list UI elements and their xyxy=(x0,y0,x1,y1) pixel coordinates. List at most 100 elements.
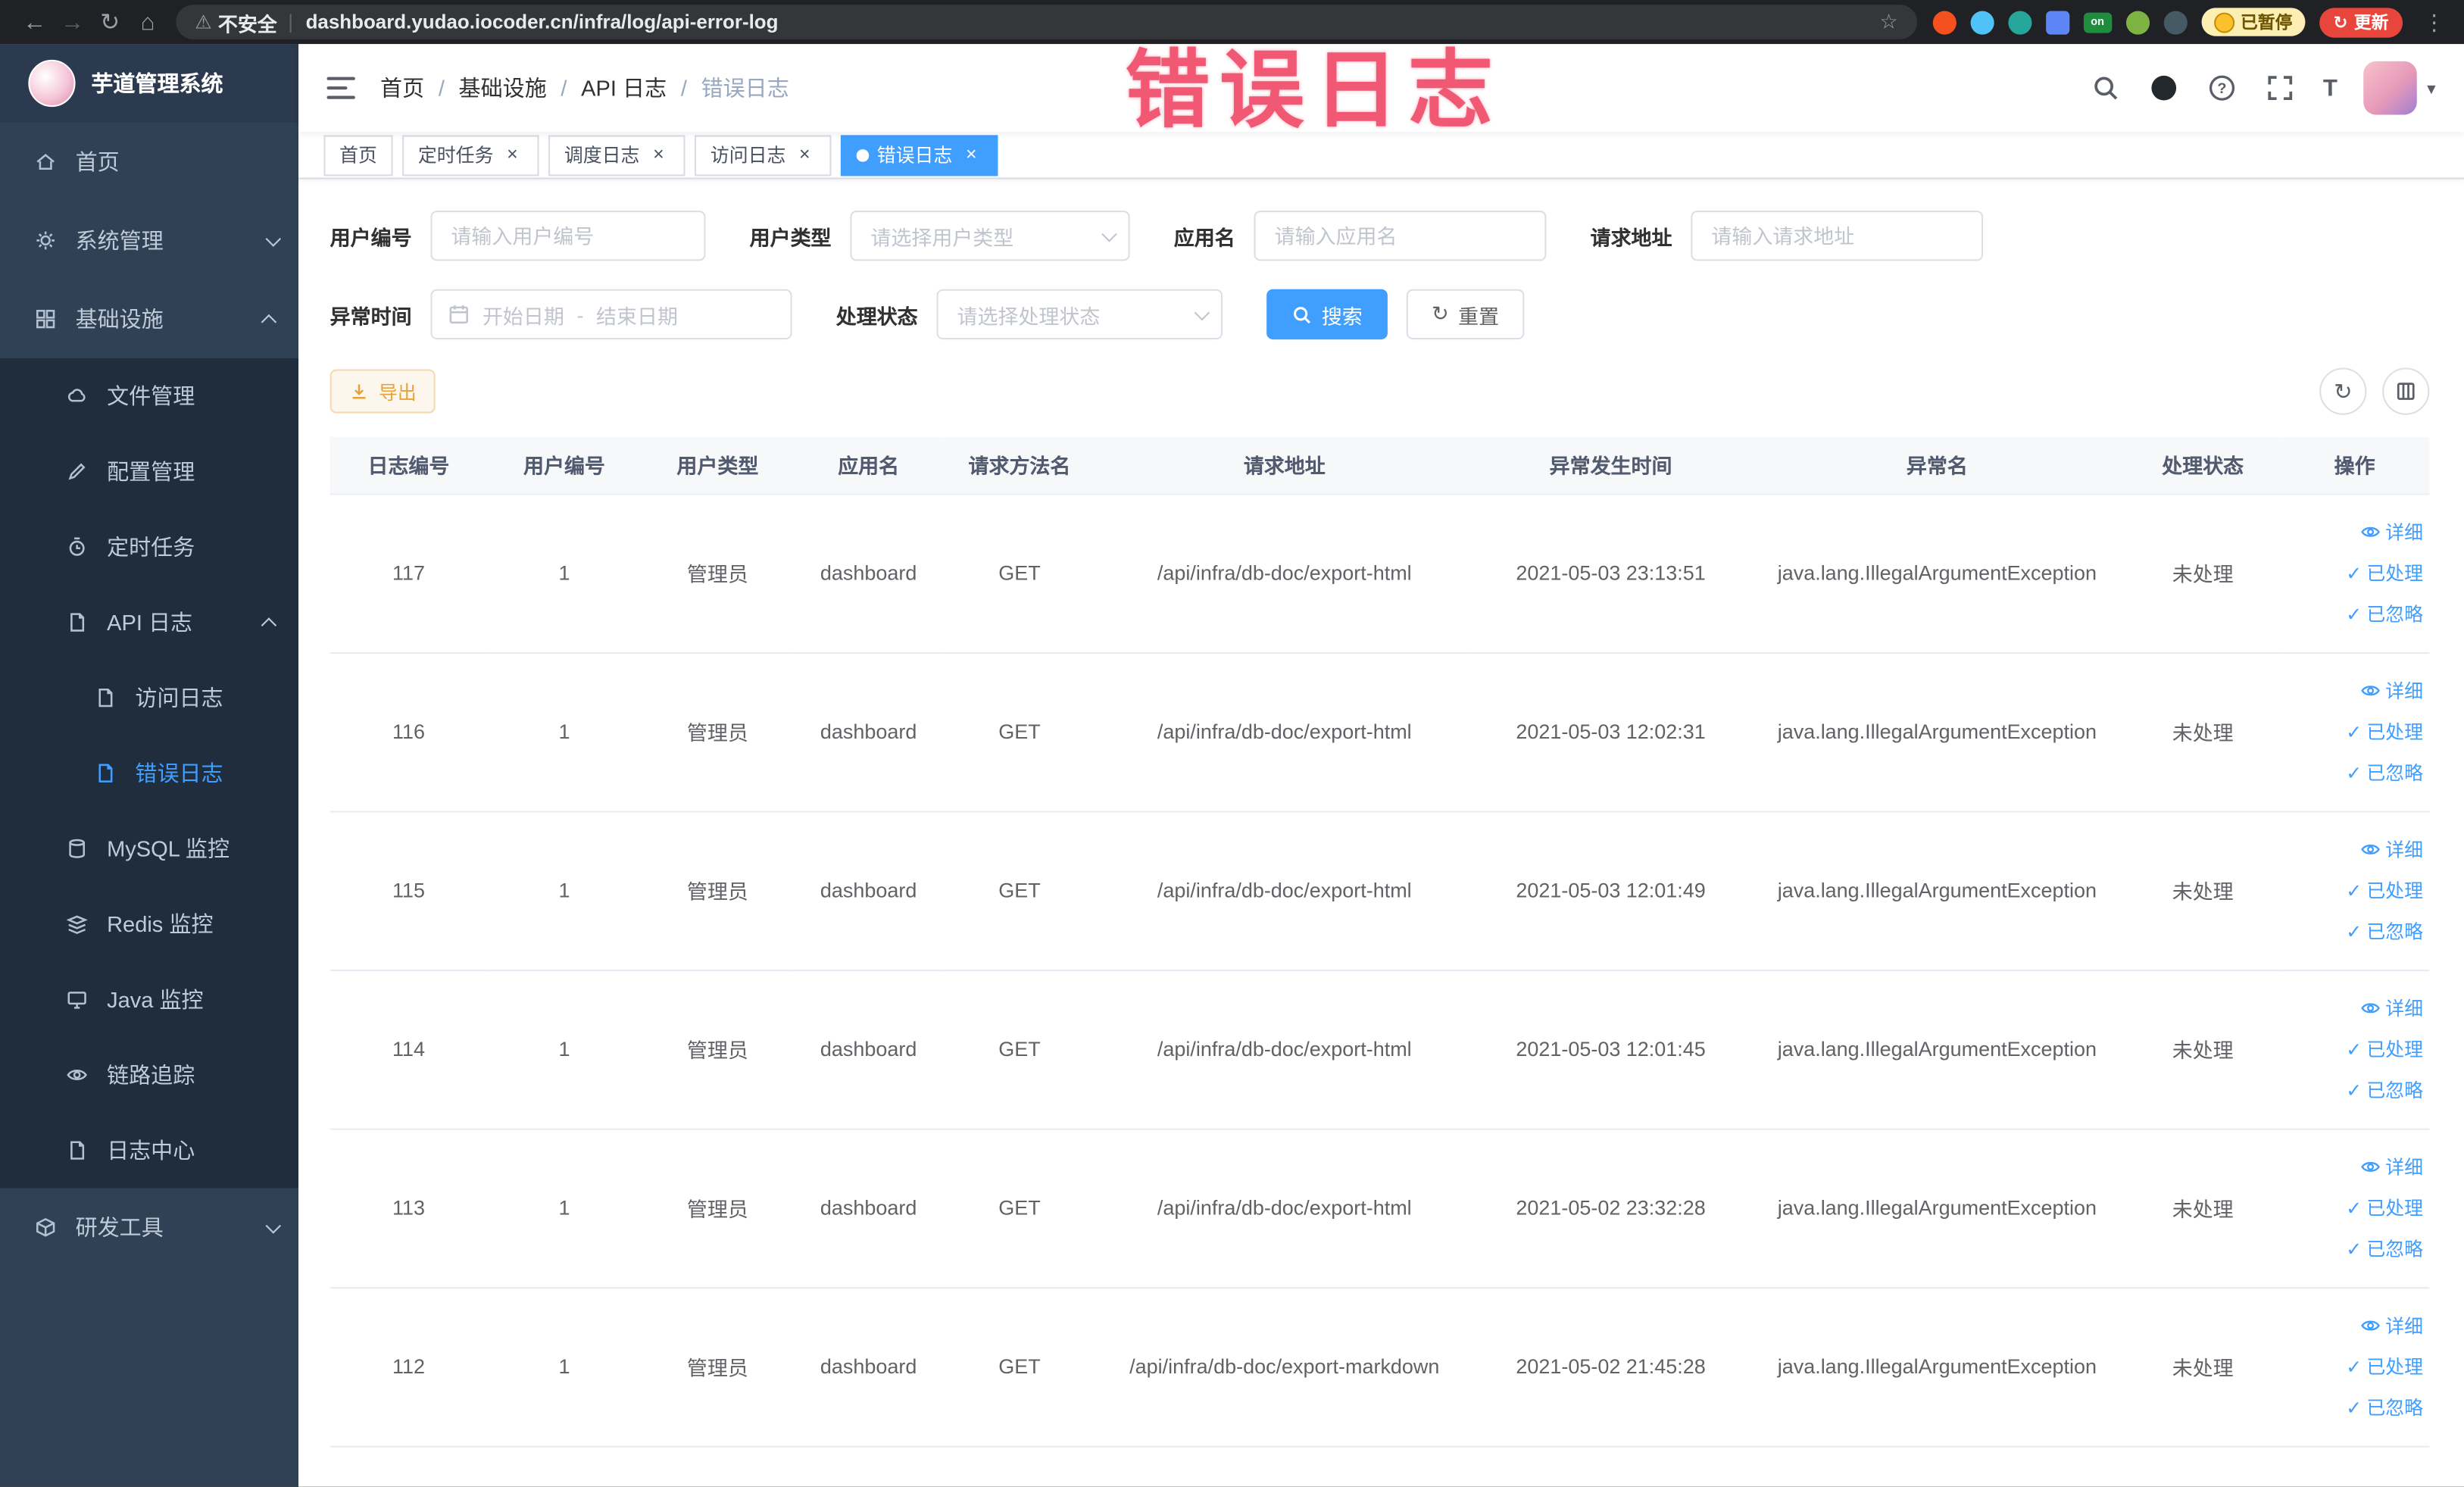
cell-exception-name: java.lang.IllegalArgumentException xyxy=(1777,1037,2097,1061)
column-settings-button[interactable] xyxy=(2382,367,2430,415)
tab-scheduled-jobs[interactable]: 定时任务 × xyxy=(402,134,539,176)
sidebar-item-mysql-monitor[interactable]: MySQL 监控 xyxy=(0,811,298,887)
ext-paw-icon[interactable] xyxy=(2163,10,2188,34)
app-name-input[interactable] xyxy=(1254,210,1547,261)
date-range-separator: - xyxy=(576,302,584,326)
check-icon: ✓ xyxy=(2346,1396,2363,1419)
font-size-icon[interactable]: T xyxy=(2323,75,2338,102)
browser-forward-icon[interactable]: → xyxy=(54,8,92,35)
mark-processed-link[interactable]: ✓ 已处理 xyxy=(2286,870,2423,911)
sidebar-toggle-icon[interactable] xyxy=(326,77,355,99)
mark-processed-link[interactable]: ✓ 已处理 xyxy=(2286,1346,2423,1387)
tab-access-log[interactable]: 访问日志 × xyxy=(695,134,832,176)
sidebar-item-config-manage[interactable]: 配置管理 xyxy=(0,434,298,510)
breadcrumb-item-home[interactable]: 首页 xyxy=(380,72,424,103)
user-id-input[interactable] xyxy=(430,210,706,261)
sidebar-item-tracing[interactable]: 链路追踪 xyxy=(0,1037,298,1113)
help-icon[interactable]: ? xyxy=(2206,72,2238,103)
mark-ignored-link[interactable]: ✓ 已忽略 xyxy=(2286,752,2423,793)
search-icon[interactable] xyxy=(2091,72,2122,103)
breadcrumb-item-api-log[interactable]: API 日志 xyxy=(581,72,667,103)
sidebar-item-infra[interactable]: 基础设施 xyxy=(0,280,298,358)
mark-ignored-link[interactable]: ✓ 已忽略 xyxy=(2286,911,2423,951)
exception-time-range-picker[interactable]: 开始日期 - 结束日期 xyxy=(430,289,792,340)
detail-link[interactable]: 详细 xyxy=(2286,1146,2423,1187)
mark-processed-link[interactable]: ✓ 已处理 xyxy=(2286,552,2423,593)
detail-link[interactable]: 详细 xyxy=(2286,988,2423,1029)
start-date-placeholder: 开始日期 xyxy=(482,304,564,328)
address-bar[interactable]: ⚠ 不安全 | dashboard.yudao.iocoder.cn/infra… xyxy=(176,5,1917,39)
browser-refresh-icon[interactable]: ↻ xyxy=(91,8,129,36)
ext-on-badge-icon[interactable]: on xyxy=(2083,11,2112,33)
chrome-update-button[interactable]: ↻ 更新 xyxy=(2319,7,2403,37)
sidebar-logo[interactable]: 芋道管理系统 xyxy=(0,44,299,123)
cell-log-id: 116 xyxy=(392,720,425,744)
close-tab-icon[interactable]: × xyxy=(794,143,816,166)
ext-blue-grid-icon[interactable] xyxy=(2045,10,2069,34)
security-warning-icon: ⚠ xyxy=(195,11,212,33)
browser-home-icon[interactable]: ⌂ xyxy=(129,8,167,35)
cell-method: GET xyxy=(998,1354,1041,1379)
bookmark-star-icon[interactable]: ☆ xyxy=(1864,9,1898,34)
paused-badge[interactable]: 已暂停 xyxy=(2201,8,2306,36)
export-button[interactable]: 导出 xyxy=(329,369,436,414)
tab-error-log[interactable]: 错误日志 × xyxy=(841,134,998,176)
sidebar-item-log-center[interactable]: 日志中心 xyxy=(0,1113,298,1189)
tab-schedule-log[interactable]: 调度日志 × xyxy=(548,134,685,176)
sidebar-item-api-log[interactable]: API 日志 xyxy=(0,585,298,661)
detail-link[interactable]: 详细 xyxy=(2286,1305,2423,1346)
user-type-select[interactable]: 请选择用户类型 xyxy=(850,210,1130,261)
tab-home[interactable]: 首页 xyxy=(323,134,393,176)
sidebar-item-file-manage[interactable]: 文件管理 xyxy=(0,358,298,434)
top-navbar: 首页 / 基础设施 / API 日志 / 错误日志 ? T ▾ xyxy=(298,44,2464,133)
cell-status: 未处理 xyxy=(2172,1356,2234,1380)
search-button[interactable]: 搜索 xyxy=(1266,289,1388,340)
sidebar-item-error-log[interactable]: 错误日志 xyxy=(0,736,298,811)
mark-processed-link[interactable]: ✓ 已处理 xyxy=(2286,1187,2423,1228)
mark-ignored-link[interactable]: ✓ 已忽略 xyxy=(2286,1387,2423,1428)
app-title: 芋道管理系统 xyxy=(91,70,223,96)
security-label[interactable]: 不安全 xyxy=(218,7,277,36)
sidebar-item-system[interactable]: 系统管理 xyxy=(0,201,298,280)
mark-ignored-link[interactable]: ✓ 已忽略 xyxy=(2286,1070,2423,1111)
close-tab-icon[interactable]: × xyxy=(960,143,982,166)
request-url-input[interactable] xyxy=(1691,210,1984,261)
ext-leaf-icon[interactable] xyxy=(2125,10,2150,34)
mark-processed-link[interactable]: ✓ 已处理 xyxy=(2286,1029,2423,1070)
sidebar-item-label: 链路追踪 xyxy=(107,1062,195,1088)
document-icon xyxy=(66,611,88,633)
cell-exception-time: 2021-05-02 23:32:28 xyxy=(1516,1195,1706,1220)
mark-ignored-link[interactable]: ✓ 已忽略 xyxy=(2286,1228,2423,1269)
url-text[interactable]: dashboard.yudao.iocoder.cn/infra/log/api… xyxy=(306,11,779,33)
logo-avatar xyxy=(28,59,76,108)
tab-label: 首页 xyxy=(339,144,377,167)
fullscreen-icon[interactable] xyxy=(2265,72,2296,103)
ext-green-circle-icon[interactable] xyxy=(2007,10,2032,34)
mark-ignored-link[interactable]: ✓ 已忽略 xyxy=(2286,593,2423,634)
sidebar-item-home[interactable]: 首页 xyxy=(0,123,298,201)
update-button-label: 更新 xyxy=(2353,14,2389,33)
refresh-table-button[interactable]: ↻ xyxy=(2319,367,2367,415)
browser-menu-icon[interactable]: ⋮ xyxy=(2417,8,2448,35)
detail-link[interactable]: 详细 xyxy=(2286,670,2423,711)
github-icon[interactable] xyxy=(2149,72,2180,103)
mark-processed-link[interactable]: ✓ 已处理 xyxy=(2286,711,2423,752)
sidebar-item-dev-tools[interactable]: 研发工具 xyxy=(0,1188,298,1267)
sidebar-item-java-monitor[interactable]: Java 监控 xyxy=(0,962,298,1038)
reset-button[interactable]: ↻ 重置 xyxy=(1406,289,1525,340)
sidebar-item-access-log[interactable]: 访问日志 xyxy=(0,660,298,736)
breadcrumb-item-infra[interactable]: 基础设施 xyxy=(459,72,547,103)
detail-link[interactable]: 详细 xyxy=(2286,511,2423,552)
sidebar-item-redis-monitor[interactable]: Redis 监控 xyxy=(0,886,298,962)
ext-blue-drop-icon[interactable] xyxy=(1970,10,1994,34)
col-header-log-id: 日志编号 xyxy=(329,436,488,495)
sidebar-item-scheduled-jobs[interactable]: 定时任务 xyxy=(0,509,298,585)
detail-link[interactable]: 详细 xyxy=(2286,829,2423,870)
close-tab-icon[interactable]: × xyxy=(501,143,523,166)
process-status-select[interactable]: 请选择处理状态 xyxy=(936,289,1223,340)
close-tab-icon[interactable]: × xyxy=(648,143,670,166)
url-divider: | xyxy=(288,11,293,33)
user-menu[interactable]: ▾ xyxy=(2364,61,2436,115)
browser-back-icon[interactable]: ← xyxy=(16,8,54,35)
ext-orange-circle-icon[interactable] xyxy=(1932,10,1957,34)
